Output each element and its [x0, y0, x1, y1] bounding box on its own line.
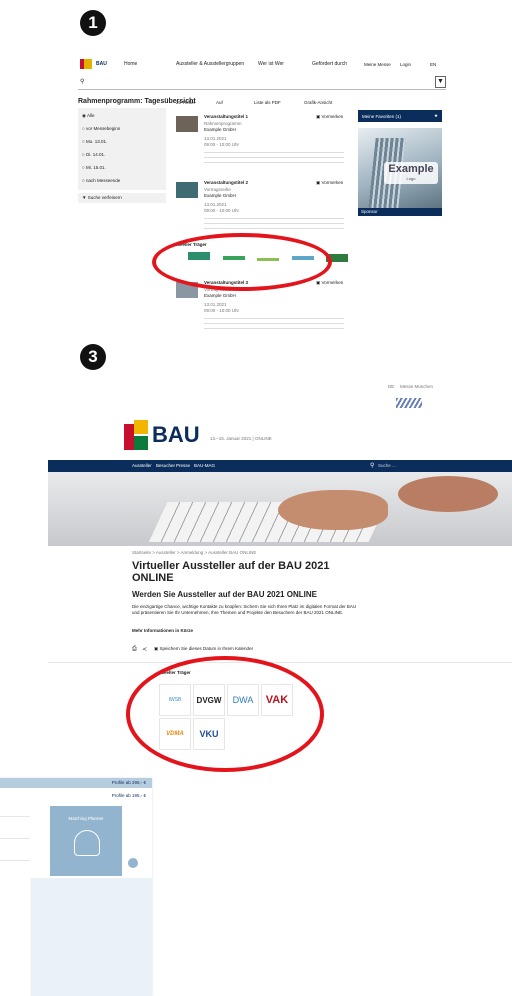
event-item-1[interactable]: Veranstaltungstitel 1 Rahmenprogramm Exa… [176, 114, 352, 172]
event-time: 09:00 - 10:00 Uhr [204, 208, 240, 213]
bau-logo-icon-2 [134, 420, 148, 434]
filter-icon[interactable]: ▼ [435, 76, 446, 88]
sort-toggle[interactable]: Auf [216, 100, 223, 105]
messe-muenchen-logo [396, 398, 422, 408]
event-desc [204, 216, 344, 232]
event-desc [204, 150, 344, 166]
hand-left [278, 490, 388, 530]
step-number-3: 3 [80, 344, 106, 370]
profile-line-2[interactable]: Profile ab 195,- € [112, 793, 146, 798]
profile-bar-1[interactable]: Profile ab 295,- € [0, 778, 152, 788]
results-count: 20 Treffer [176, 100, 196, 105]
bookmark-button[interactable]: ▣ Vormerken [316, 114, 343, 120]
nav-language[interactable]: EN [430, 62, 436, 67]
event-date: 13.01.2021 [204, 302, 227, 307]
sponsor-ad[interactable]: Example Logo [358, 128, 442, 208]
main-nav: Aussteller Besucher Presse BAU-MAG ⚲ Suc… [48, 460, 512, 472]
body-text: Die einzigartige Chance, wichtige Kontak… [132, 604, 357, 615]
nav-funded[interactable]: Gefördert durch [312, 61, 347, 67]
hand-right [398, 476, 498, 512]
bookmark-button[interactable]: ▣ Vormerken [316, 180, 343, 186]
highlight-oval-2 [126, 656, 324, 772]
page-subtitle: Werden Sie Aussteller auf der BAU 2021 O… [132, 590, 317, 599]
event-thumbnail [176, 182, 198, 198]
screenshot-1: BAU Home Aussteller & Ausstellergruppen … [78, 52, 446, 344]
filter-before[interactable]: ○ vor Messebeginn [82, 126, 120, 131]
star-icon: ★ [433, 113, 438, 118]
nav-logo[interactable]: BAU [96, 61, 107, 67]
ad-logo-text: Example [388, 163, 434, 175]
share-icon[interactable]: ≺ [142, 646, 147, 653]
step-number-1: 1 [80, 10, 106, 36]
screenshot-2-partial: Profile ab 295,- € Profile ab 195,- € Ma… [0, 778, 152, 996]
highlight-oval-1 [152, 233, 332, 291]
top-nav: BAU Home Aussteller & Ausstellergruppen … [78, 58, 446, 72]
refine-button[interactable]: ▼ Suche verfeinern [78, 193, 166, 203]
event-date: 13.01.2021 [204, 136, 227, 141]
ad-logo-sub: Logo [406, 176, 416, 181]
nav-my-fair[interactable]: Meine Messe [364, 62, 391, 67]
graphic-view-link[interactable]: Grafik-Ansicht [304, 100, 332, 105]
event-thumbnail [176, 116, 198, 132]
event-date: 13.01.2021 [204, 202, 227, 207]
right-panel [0, 878, 152, 996]
matching-planner-card[interactable]: Matching Planner [50, 806, 122, 876]
divider [48, 662, 512, 663]
event-desc [204, 316, 344, 332]
event-org: Example GmbH [204, 293, 236, 298]
search-bar[interactable]: ⚲ ▼ [78, 76, 446, 90]
filter-all[interactable]: ◉ Alle [82, 113, 94, 119]
event-time: 09:00 - 10:00 Uhr [204, 308, 240, 313]
search-input[interactable]: Suche ... [378, 463, 396, 468]
filter-day2[interactable]: ○ Di. 14.01. [82, 152, 105, 157]
bau-logo-icon [80, 59, 92, 69]
event-item-2[interactable]: Veranstaltungstitel 2 Vortragsreihe Exam… [176, 180, 352, 238]
more-info: Mehr Informationen in Kürze [132, 628, 194, 633]
bau-logo-icon [124, 424, 134, 450]
ad-logo-box: Example Logo [384, 162, 438, 184]
favorites-bar[interactable]: Meine Favoriten (1) ★ [358, 110, 442, 122]
bookmark-button[interactable]: ▣ Vormerken [316, 280, 343, 286]
page-title: Virtueller Aussteller auf der BAU 2021 O… [132, 560, 330, 584]
event-org: Example GmbH [204, 193, 236, 198]
favorites-label: Meine Favoriten (1) [362, 113, 402, 119]
breadcrumb[interactable]: Startseite > Aussteller > Anmeldung > Au… [132, 550, 256, 555]
nav-exhibitors[interactable]: Aussteller [132, 463, 152, 468]
bau-logo[interactable]: BAU [124, 420, 204, 450]
filter-day1[interactable]: ○ Mo. 13.01. [82, 139, 107, 144]
people-icon [74, 830, 100, 856]
nav-press[interactable]: Presse [176, 463, 190, 468]
nav-exhibitors[interactable]: Aussteller & Ausstellergruppen [176, 61, 244, 67]
search-icon[interactable]: ⚲ [370, 462, 374, 469]
card-expand-icon[interactable] [128, 858, 138, 868]
event-title[interactable]: Veranstaltungstitel 2 [204, 180, 248, 185]
hero-image [48, 472, 512, 546]
event-sub: Vortragsreihe [204, 187, 231, 192]
event-title[interactable]: Veranstaltungstitel 1 [204, 114, 248, 119]
event-org: Example GmbH [204, 127, 236, 132]
nav-visitors[interactable]: Besucher [156, 463, 175, 468]
messe-muenchen-link[interactable]: Messe München [400, 384, 433, 389]
filter-sidebar: ◉ Alle ○ vor Messebeginn ○ Mo. 13.01. ○ … [78, 108, 166, 190]
calendar-link[interactable]: ▣ Speichern Sie dieses Datum in Ihrem Ka… [154, 646, 253, 652]
tagline: 13.–15. Januar 2021 | ONLINE [210, 436, 272, 441]
bau-logo-icon-3 [134, 436, 148, 450]
pdf-link[interactable]: Liste als PDF [254, 100, 281, 105]
language-switch[interactable]: DE [388, 384, 394, 389]
filter-day3[interactable]: ○ Mi. 15.01. [82, 165, 106, 170]
nav-bau-mag[interactable]: BAU-MAG [194, 463, 215, 468]
nav-who[interactable]: Wer ist Wer [258, 61, 284, 67]
sponsor-bar: Sponsor [358, 208, 442, 216]
search-icon[interactable]: ⚲ [80, 78, 84, 85]
nav-home[interactable]: Home [124, 61, 137, 67]
bau-logo-text: BAU [152, 422, 200, 447]
print-icon[interactable]: ⎙ [132, 646, 137, 653]
event-sub: Rahmenprogramm [204, 121, 242, 126]
filter-after[interactable]: ○ nach Messeende [82, 178, 120, 183]
event-time: 09:00 - 10:00 Uhr [204, 142, 240, 147]
nav-login[interactable]: Login [400, 62, 411, 67]
matching-label: Matching Planner [68, 816, 104, 821]
